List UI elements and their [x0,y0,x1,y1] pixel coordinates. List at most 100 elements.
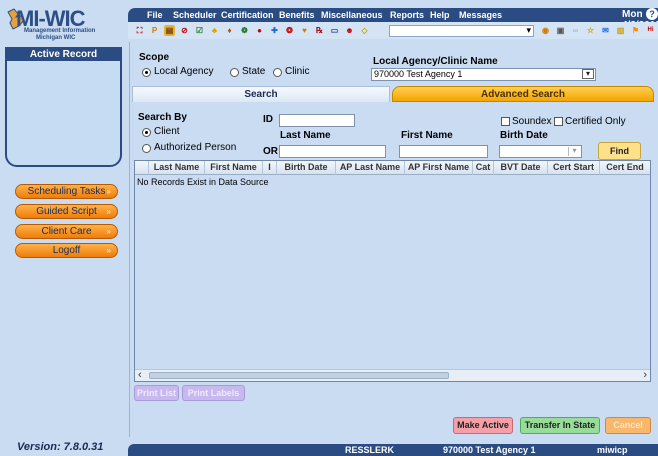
plus-icon[interactable]: ✚ [269,25,280,36]
apple-icon[interactable]: ● [254,25,265,36]
chevron-down-icon: ▾ [582,69,594,79]
no-icon[interactable]: ⊘ [179,25,190,36]
flag-icon[interactable]: ⚑ [630,25,641,36]
scope-state-radio[interactable] [230,68,239,77]
app-logo: MI-WIC Management Information Michigan W… [4,6,124,46]
card-icon[interactable]: ▭ [329,25,340,36]
grid-header: Last Name First Name I Birth Date AP Las… [135,161,650,175]
star-icon[interactable]: ☆ [585,25,596,36]
document-icon[interactable]: ▤ [164,25,175,36]
chevron-down-icon: ▾ [526,25,531,35]
expand-icon: » [106,227,111,236]
toolbar: ⛶ P ▤ ⊘ ☑ ♣ ♦ ❁ ● ✚ ❂ ♥ ℞ ▭ ☻ ◇ ▾ ◉ ▣ ∞ … [128,22,658,39]
pin-icon[interactable]: ◉ [540,25,551,36]
expand-icon: » [106,187,111,196]
col-cat[interactable]: Cat [473,161,494,175]
certified-only-checkbox[interactable] [554,117,563,126]
grid-header-selector [135,161,149,175]
toolbar-dropdown[interactable]: ▾ [389,25,534,37]
col-first-name[interactable]: First Name [205,161,263,175]
checkbox-icon[interactable]: ☑ [194,25,205,36]
menu-file[interactable]: File [147,10,163,20]
logo-program: Michigan WIC [36,35,76,41]
scroll-left-icon[interactable]: ‹ [138,369,142,381]
people-icon[interactable]: ☻ [344,25,355,36]
p-icon[interactable]: P [149,25,160,36]
hi-icon[interactable]: Hi [645,25,656,36]
help-icon[interactable]: ? [646,8,658,20]
col-initial[interactable]: I [263,161,277,175]
fruit-icon[interactable]: ❂ [284,25,295,36]
heart-icon[interactable]: ♥ [299,25,310,36]
col-ap-first-name[interactable]: AP First Name [405,161,473,175]
menu-certification[interactable]: Certification [221,10,274,20]
birth-date-label: Birth Date [500,130,548,141]
last-name-label: Last Name [280,130,331,141]
col-last-name[interactable]: Last Name [149,161,205,175]
make-active-button[interactable]: Make Active [453,417,513,434]
menu-scheduler[interactable]: Scheduler [173,10,217,20]
mail-icon[interactable]: ✉ [600,25,611,36]
chevron-down-icon: ▾ [568,147,580,156]
status-station: miwicp [597,445,628,455]
main-panel: Scope Local Agency State Clinic Local Ag… [129,42,654,437]
birth-date-input[interactable]: ▾ [499,145,582,158]
last-name-input[interactable] [279,145,386,158]
transfer-in-state-button[interactable]: Transfer In State [520,417,600,434]
family-icon[interactable]: ♣ [209,25,220,36]
id-input[interactable] [279,114,355,127]
search-by-authorized-label: Authorized Person [154,142,237,153]
print-list-button[interactable]: Print List [134,385,179,401]
status-user: RESSLERK [345,445,395,455]
tab-search[interactable]: Search [132,86,390,102]
agency-label: Local Agency/Clinic Name [373,56,498,67]
logoff-button[interactable]: Logoff » [15,243,118,258]
first-name-input[interactable] [399,145,488,158]
search-by-client-radio[interactable] [142,128,151,137]
scope-local-agency-radio[interactable] [142,68,151,77]
prescription-icon[interactable]: ℞ [314,25,325,36]
cancel-button[interactable]: Cancel [605,417,651,434]
search-by-authorized-radio[interactable] [142,144,151,153]
col-ap-last-name[interactable]: AP Last Name [336,161,405,175]
agency-select[interactable]: 970000 Test Agency 1 ▾ [371,68,596,81]
menu-help[interactable]: Help [430,10,450,20]
active-record-header: Active Record [7,49,120,61]
scrollbar-thumb[interactable] [149,372,449,379]
expand-icon: » [106,207,111,216]
printer-icon[interactable]: ▣ [555,25,566,36]
print-labels-button[interactable]: Print Labels [182,385,245,401]
col-cert-end[interactable]: Cert End [600,161,650,175]
person-icon[interactable]: ♦ [224,25,235,36]
find-button[interactable]: Find [598,142,641,160]
notes-icon[interactable]: ▥ [615,25,626,36]
cabbage-icon[interactable]: ❁ [239,25,250,36]
binoculars-icon[interactable]: ⛶ [134,25,145,36]
horizontal-scrollbar[interactable]: ‹ › [135,369,650,381]
search-by-label: Search By [138,112,187,123]
tab-search-label: Search [244,89,278,100]
col-birth-date[interactable]: Birth Date [277,161,336,175]
col-bvt-date[interactable]: BVT Date [494,161,548,175]
col-cert-start[interactable]: Cert Start [548,161,600,175]
menu-benefits[interactable]: Benefits [279,10,315,20]
first-name-label: First Name [401,130,453,141]
scope-clinic-radio[interactable] [273,68,282,77]
soundex-label: Soundex [512,116,552,127]
results-grid[interactable]: Last Name First Name I Birth Date AP Las… [134,160,651,382]
status-bar: RESSLERK 970000 Test Agency 1 miwicp [128,444,658,456]
menu-miscellaneous[interactable]: Miscellaneous [321,10,383,20]
scheduling-tasks-button[interactable]: Scheduling Tasks» [15,184,118,199]
scroll-right-icon[interactable]: › [643,369,647,381]
guided-script-button[interactable]: Guided Script » [15,204,118,219]
version-label: Version: 7.8.0.31 [17,441,104,453]
client-care-button[interactable]: Client Care » [15,224,118,239]
scope-state-label: State [242,66,266,77]
soundex-checkbox[interactable] [501,117,510,126]
menu-messages[interactable]: Messages [459,10,502,20]
tab-advanced-search[interactable]: Advanced Search [392,86,654,102]
link-icon[interactable]: ∞ [570,25,581,36]
scope-label: Scope [139,52,170,63]
tag-icon[interactable]: ◇ [359,25,370,36]
menu-reports[interactable]: Reports [390,10,424,20]
